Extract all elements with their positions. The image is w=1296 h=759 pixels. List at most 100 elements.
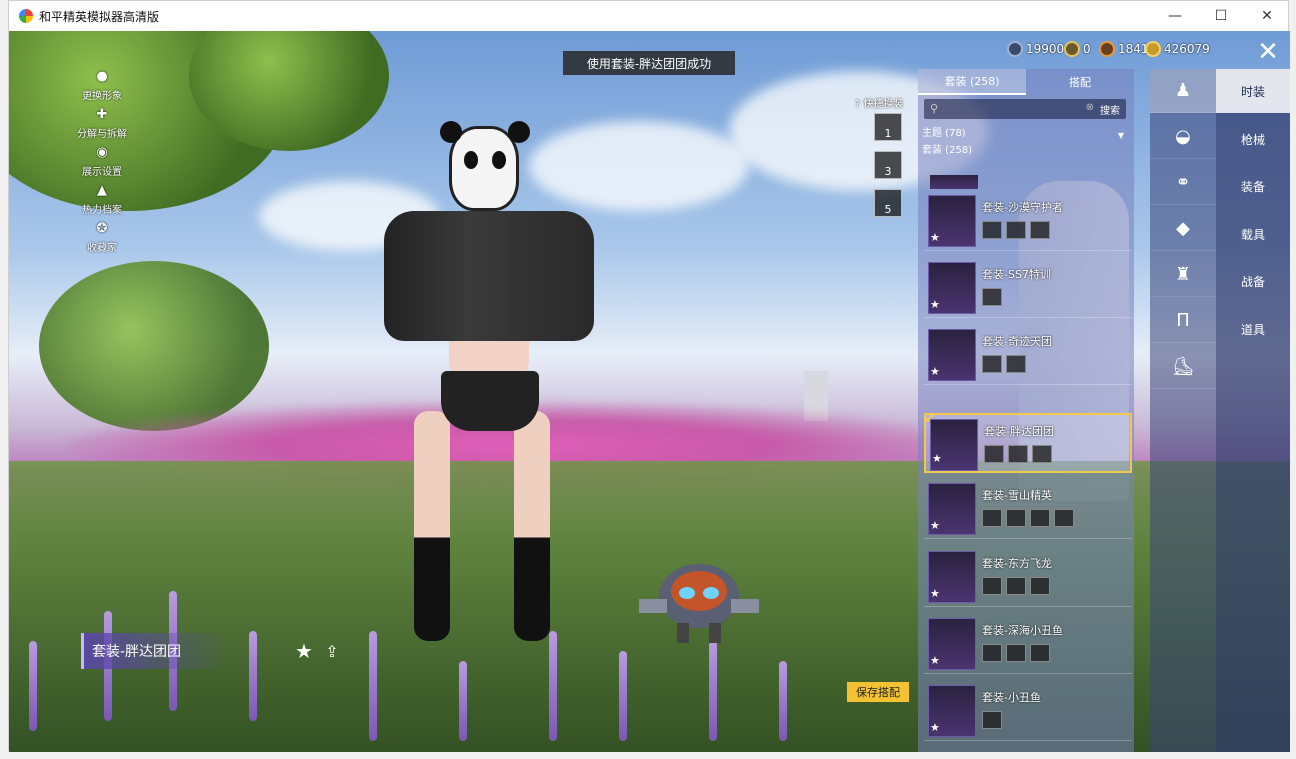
outfit-parts (982, 509, 1074, 527)
search-input[interactable]: ⚲ ⊗ 搜索 (924, 99, 1126, 119)
filter-dropdown[interactable]: 主题 (78) 套装 (258) ▼ (922, 125, 1128, 159)
menu-heat-archive[interactable]: ▲ 热力档案 (67, 183, 137, 216)
minimize-button[interactable]: — (1152, 1, 1198, 31)
part-chip[interactable] (1006, 577, 1026, 595)
outfit-item[interactable]: ★ 套装-东方飞龙 (924, 547, 1132, 607)
part-chip[interactable] (1032, 445, 1052, 463)
clear-icon[interactable]: ⊗ (1086, 102, 1094, 113)
nav-vehicles[interactable]: 载具 (1216, 212, 1290, 256)
maximize-button[interactable]: ☐ (1198, 1, 1244, 31)
outfit-name: 套装-雪山精英 (982, 489, 1052, 502)
outfit-name: 套装-SS7特训 (982, 268, 1051, 281)
part-chip[interactable] (1054, 509, 1074, 527)
lavender-flower (619, 651, 627, 741)
window-close-button[interactable]: ✕ (1244, 1, 1290, 31)
part-chip[interactable] (1030, 221, 1050, 239)
star-icon: ★ (930, 587, 940, 600)
outfit-item[interactable]: ★ 套装-沙漠守护者 (924, 191, 1132, 251)
quick-swap-slot-1[interactable]: 1 (874, 113, 902, 141)
outfit-item-selected[interactable]: ✔ ★ 套装-胖达团团 (924, 411, 1132, 473)
outfit-item[interactable]: ★ 套装-SS7特训 (924, 258, 1132, 318)
lavender-flower (369, 631, 377, 741)
outfit-parts (982, 221, 1050, 239)
outfit-parts (982, 644, 1050, 662)
favorite-star-icon[interactable]: ★ (292, 639, 316, 663)
lavender-flower (249, 631, 257, 721)
part-chip[interactable] (1006, 221, 1026, 239)
menu-display-settings[interactable]: ◉ 展示设置 (67, 145, 137, 178)
pants-icon[interactable]: Π (1150, 299, 1216, 343)
lavender-flower (549, 631, 557, 741)
menu-label: 展示设置 (82, 167, 122, 178)
part-chip[interactable] (1006, 509, 1026, 527)
outfit-name: 套装-东方飞龙 (982, 557, 1052, 570)
panda-ear (440, 121, 462, 143)
nav-firearms[interactable]: 枪械 (1216, 117, 1290, 161)
outfit-parts (982, 711, 1002, 729)
panda-ear (508, 121, 530, 143)
currency-medal: 1841 (1099, 41, 1149, 57)
cloud (529, 121, 749, 211)
tab-outfit-sets[interactable]: 套装 (258) (918, 69, 1026, 95)
close-game-button[interactable]: ✕ (1253, 37, 1283, 67)
search-button[interactable]: 搜索 (1100, 102, 1120, 117)
current-outfit-title: 套装-胖达团团 (81, 633, 231, 669)
quick-swap-slot-5[interactable]: 5 (874, 189, 902, 217)
nav-fashion[interactable]: 时装 (1216, 69, 1290, 113)
part-chip[interactable] (982, 509, 1002, 527)
part-chip[interactable] (1030, 577, 1050, 595)
star-icon: ★ (930, 298, 940, 311)
part-chip[interactable] (982, 644, 1002, 662)
part-chip[interactable] (1030, 509, 1050, 527)
hat-icon[interactable]: ◒ (1150, 115, 1216, 159)
part-chip[interactable] (982, 288, 1002, 306)
part-chip[interactable] (1006, 355, 1026, 373)
outfit-item[interactable]: ★ 套装-奇迹天团 (924, 325, 1132, 385)
part-chip[interactable] (1006, 644, 1026, 662)
menu-disassemble[interactable]: ✚ 分解与拆解 (67, 107, 137, 140)
nav-items[interactable]: 道具 (1216, 307, 1290, 351)
currency-value: 1841 (1118, 42, 1149, 56)
panda-hood (440, 121, 530, 211)
gold-coin-icon (1064, 41, 1080, 57)
star-icon: ★ (930, 721, 940, 734)
menu-label: 分解与拆解 (77, 129, 127, 140)
part-chip[interactable] (984, 445, 1004, 463)
quick-swap-slot-3[interactable]: 3 (874, 151, 902, 179)
character-leg (514, 411, 550, 641)
tab-combos[interactable]: 搭配 (1026, 69, 1134, 95)
nav-battle-gear[interactable]: 战备 (1216, 259, 1290, 303)
part-chip[interactable] (982, 711, 1002, 729)
points-coin-icon (1145, 41, 1161, 57)
outfit-item[interactable]: ★ 套装-小丑鱼 (924, 681, 1132, 741)
outfit-item[interactable]: ★ 套装-雪山精英 (924, 479, 1132, 539)
right-category-nav: 时装 枪械 装备 载具 战备 道具 (1216, 69, 1290, 752)
outfit-panel: 套装 (258) 搭配 ⚲ ⊗ 搜索 主题 (78) 套装 (258) ▼ ★ … (918, 69, 1134, 752)
glasses-icon[interactable]: ⚭ (1150, 161, 1216, 205)
menu-label: 更换形象 (82, 91, 122, 102)
menu-label: 收藏家 (87, 243, 117, 254)
menu-change-look[interactable]: ● 更换形象 (67, 69, 137, 102)
currency-value: 426079 (1164, 42, 1210, 56)
robot-pet (639, 564, 759, 643)
outfit-parts (982, 355, 1026, 373)
part-chip[interactable] (982, 355, 1002, 373)
save-combo-button[interactable]: 保存搭配 (847, 682, 909, 702)
menu-collector[interactable]: ✪ 收藏家 (67, 221, 137, 254)
outfit-icon[interactable]: ♟ (1150, 69, 1216, 113)
menu-label: 热力档案 (82, 205, 122, 216)
top-icon[interactable]: ♜ (1150, 253, 1216, 297)
currency-points: 426079 (1145, 41, 1210, 57)
mask-icon[interactable]: ◆ (1150, 207, 1216, 251)
part-chip[interactable] (1030, 644, 1050, 662)
part-chip[interactable] (982, 221, 1002, 239)
part-chip[interactable] (1008, 445, 1028, 463)
nav-equipment[interactable]: 装备 (1216, 164, 1290, 208)
share-icon[interactable]: ⇪ (320, 639, 344, 663)
outfit-item[interactable]: ★ 套装-深海小丑鱼 (924, 614, 1132, 674)
shoes-icon[interactable]: ⛸ (1150, 345, 1216, 389)
help-icon: ? (855, 99, 861, 110)
panda-eye (464, 151, 478, 169)
game-viewport[interactable]: 使用套装-胖达团团成功 19900 0 1841 426079 ✕ ● 更换形象… (9, 31, 1290, 752)
part-chip[interactable] (982, 577, 1002, 595)
